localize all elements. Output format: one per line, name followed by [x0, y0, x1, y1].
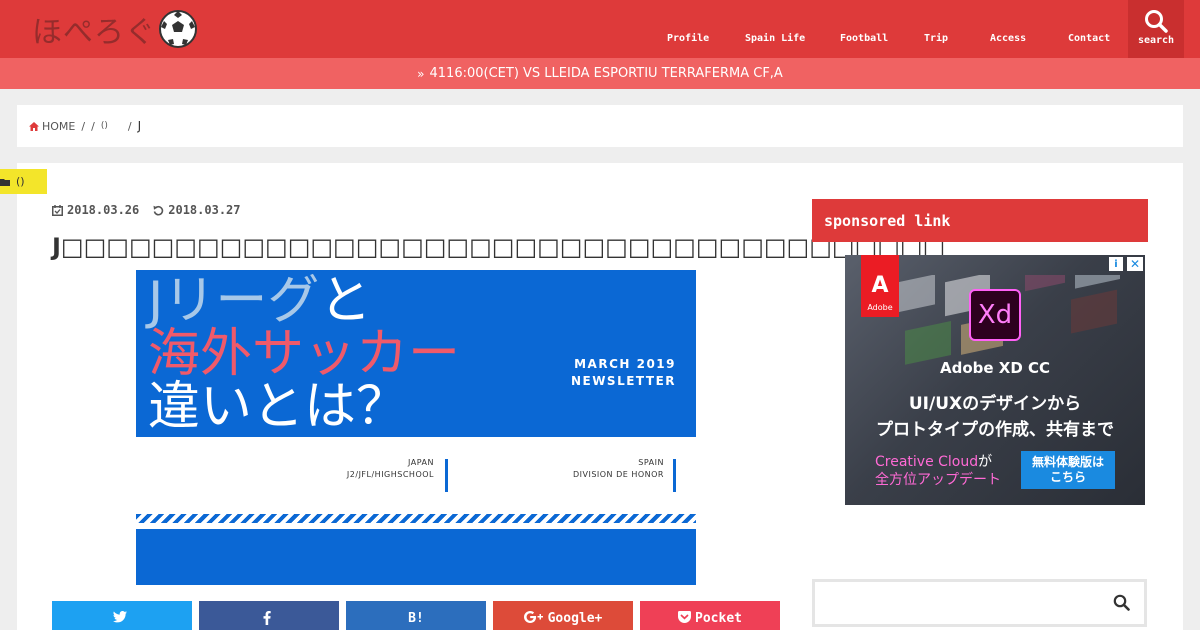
- breadcrumb-separator: /: [127, 119, 132, 133]
- breadcrumb-separator: /: [81, 119, 86, 133]
- pocket-icon: [678, 611, 692, 623]
- eyecatch-line-3: 違いとは？: [148, 377, 409, 437]
- search-label: search: [1137, 35, 1175, 46]
- adobe-xd-ad[interactable]: A Adobe i ✕ Xd Adobe XD CC UI/UXのデザインから …: [845, 255, 1145, 505]
- ad-line-2: UI/UXのデザインから: [908, 394, 1082, 414]
- spain-text: SPAIN: [638, 458, 664, 467]
- share-facebook-button[interactable]: [199, 601, 339, 630]
- search-icon: [1145, 10, 1168, 33]
- nav-access[interactable]: Access: [990, 33, 1026, 44]
- updated-date: 2018.03.27: [153, 203, 241, 217]
- nav-profile[interactable]: Profile: [667, 33, 709, 44]
- header-search-button[interactable]: search: [1128, 0, 1184, 58]
- nav-contact[interactable]: Contact: [1068, 33, 1110, 44]
- search-icon[interactable]: [1113, 594, 1130, 611]
- ad-line-3: プロトタイプの作成、共有まで: [876, 420, 1114, 440]
- eyecatch-image: Jリーグと 海外サッカー 違いとは？ MARCH 2019 NEWSLETTER…: [136, 270, 696, 585]
- logo-text: ほぺろぐ: [32, 15, 156, 50]
- facebook-icon: [263, 611, 271, 625]
- sponsored-link-title: sponsored link: [812, 199, 1148, 242]
- newsletter-date: MARCH 2019: [574, 357, 676, 371]
- ad-info-icon[interactable]: i: [1109, 257, 1123, 271]
- striped-divider: [136, 514, 696, 523]
- ad-headline: Adobe XD CC: [939, 359, 1051, 377]
- japan-text: JAPAN: [408, 458, 434, 467]
- share-googleplus-label: Google+: [547, 611, 603, 626]
- divider-bar: [445, 459, 448, 492]
- eyecatch-to: と: [319, 271, 372, 331]
- nav-spain-life[interactable]: Spain Life: [745, 33, 805, 44]
- share-googleplus-button[interactable]: Google+: [493, 601, 633, 630]
- ad-free-trial-button[interactable]: 無料体験版は こちら: [1021, 451, 1115, 489]
- post-dates: 2018.03.26 2018.03.27: [52, 203, 255, 217]
- eyecatch-jleague: Jリーグ: [148, 271, 320, 331]
- share-hatena-button[interactable]: B!: [346, 601, 486, 630]
- breadcrumb-current: J: [137, 119, 142, 133]
- ad-close-icon[interactable]: ✕: [1127, 257, 1143, 271]
- ticker-text: 4116:00(CET) VS LLEIDA ESPORTIU TERRAFER…: [429, 66, 783, 81]
- home-icon: [29, 121, 39, 131]
- ad-button-line-2: こちら: [1049, 470, 1086, 484]
- calendar-check-icon: [52, 204, 63, 216]
- category-text: (): [16, 175, 25, 188]
- share-pocket-label: Pocket: [695, 611, 742, 626]
- twitter-icon: [113, 611, 127, 623]
- share-twitter-button[interactable]: [52, 601, 192, 630]
- sidebar-search: [812, 579, 1147, 627]
- breadcrumb-home-label: HOME: [42, 119, 76, 133]
- adobe-brand-text: Adobe: [867, 303, 893, 312]
- eyecatch-line-2: 海外サッカー: [148, 324, 461, 384]
- breadcrumb-home[interactable]: HOME: [29, 120, 75, 133]
- eyecatch-bottom-panel: [136, 529, 696, 585]
- ad-button-line-1: 無料体験版は: [1031, 455, 1104, 469]
- site-logo[interactable]: ほぺろぐ: [32, 6, 198, 52]
- double-chevron-right-icon: »: [417, 66, 425, 81]
- adobe-a-icon: A: [871, 273, 889, 298]
- eyecatch-japan-label: JAPAN J2/JFL/HIGHSCHOOL: [316, 457, 434, 481]
- refresh-icon: [153, 205, 164, 215]
- soccer-ball-icon: [159, 10, 197, 48]
- eyecatch-spain-label: SPAIN DIVISION DE HONOR: [546, 457, 664, 481]
- breadcrumb: HOME / / () / J: [17, 105, 1183, 147]
- japan-leagues-text: J2/JFL/HIGHSCHOOL: [346, 470, 434, 479]
- site-header: ほぺろぐ Profile Spain Life Football Trip Ac…: [0, 0, 1200, 58]
- adobe-logo: A Adobe: [861, 255, 899, 317]
- published-date-text: 2018.03.26: [67, 203, 140, 217]
- hatena-bookmark-icon: B!: [408, 611, 424, 626]
- folder-icon: [0, 178, 10, 186]
- google-plus-icon: [523, 611, 543, 623]
- cc-update-text: 全方位アップデート: [875, 472, 1001, 488]
- cc-name: Creative Cloud: [875, 454, 979, 470]
- cc-particle: が: [978, 454, 993, 470]
- nav-football[interactable]: Football: [840, 33, 888, 44]
- nav-trip[interactable]: Trip: [924, 33, 948, 44]
- eyecatch-newsletter: MARCH 2019 NEWSLETTER: [571, 356, 676, 390]
- xd-app-icon: Xd: [969, 289, 1021, 341]
- spain-league-text: DIVISION DE HONOR: [572, 470, 664, 479]
- eyecatch-line-1: Jリーグと: [148, 274, 371, 329]
- category-label[interactable]: (): [0, 169, 47, 194]
- eyecatch-top-panel: Jリーグと 海外サッカー 違いとは？ MARCH 2019 NEWSLETTER: [136, 270, 696, 437]
- ad-creative-cloud-text: Creative Cloudが 全方位アップデート: [875, 453, 1001, 489]
- news-ticker[interactable]: » 4116:00(CET) VS LLEIDA ESPORTIU TERRAF…: [0, 58, 1200, 89]
- updated-date-text: 2018.03.27: [168, 203, 241, 217]
- breadcrumb-separator: /: [91, 119, 95, 133]
- breadcrumb-item-category[interactable]: (): [101, 121, 108, 131]
- newsletter-label: NEWSLETTER: [570, 374, 676, 388]
- published-date: 2018.03.26: [52, 203, 139, 217]
- share-pocket-button[interactable]: Pocket: [640, 601, 780, 630]
- divider-bar: [673, 459, 676, 492]
- sidebar-search-input[interactable]: [815, 582, 1105, 624]
